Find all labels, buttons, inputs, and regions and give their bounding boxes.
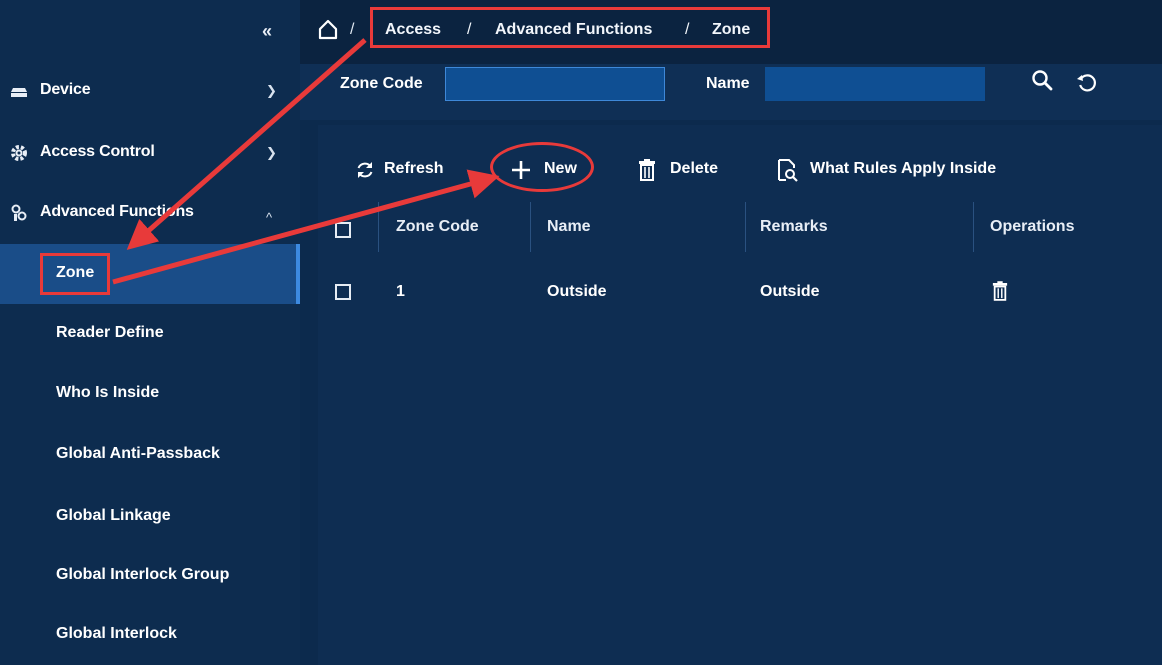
sidebar-item-advanced-functions[interactable]: Advanced Functions ^: [0, 188, 300, 240]
breadcrumb-item-access[interactable]: Access: [385, 21, 441, 39]
sidebar-item-global-interlock-group[interactable]: Global Interlock Group: [0, 546, 300, 606]
new-button[interactable]: New: [510, 158, 585, 182]
delete-button[interactable]: Delete: [638, 158, 728, 182]
column-divider: [973, 202, 974, 252]
trash-icon[interactable]: [992, 281, 1008, 301]
sidebar-item-label: Global Interlock: [56, 625, 177, 642]
collapse-sidebar-button[interactable]: «: [262, 21, 272, 42]
reset-icon[interactable]: [1075, 70, 1099, 94]
column-header-operations: Operations: [990, 218, 1075, 235]
breadcrumb-separator: /: [685, 21, 690, 38]
name-label: Name: [706, 75, 750, 92]
sidebar-item-access-control[interactable]: Access Control ❯: [0, 128, 300, 180]
active-indicator: [296, 244, 300, 304]
search-icon[interactable]: [1030, 68, 1054, 92]
sidebar-item-global-anti-passback[interactable]: Global Anti-Passback: [0, 425, 300, 485]
sidebar-item-device[interactable]: Device ❯: [0, 66, 300, 118]
zone-code-label: Zone Code: [340, 75, 423, 92]
document-search-icon: [778, 159, 798, 182]
cell-name: Outside: [547, 283, 607, 300]
column-divider: [745, 202, 746, 252]
sidebar-item-label: Reader Define: [56, 324, 164, 341]
column-header-zone-code[interactable]: Zone Code: [396, 218, 479, 236]
chevron-down-icon: ❯: [266, 145, 277, 160]
cell-zone-code: 1: [396, 283, 405, 300]
gear-icon: [11, 145, 27, 161]
breadcrumb-separator: /: [350, 21, 355, 38]
refresh-icon: [357, 162, 373, 178]
select-all-checkbox[interactable]: [335, 222, 351, 238]
breadcrumb-item-advanced-functions[interactable]: Advanced Functions: [495, 21, 652, 39]
annotation-box-zone: [40, 253, 110, 295]
sidebar-item-reader-define[interactable]: Reader Define: [0, 304, 300, 364]
breadcrumb-item-zone: Zone: [712, 21, 751, 38]
cell-remarks: Outside: [760, 283, 820, 300]
main-panel: [318, 125, 1162, 665]
sidebar-item-label: Global Anti-Passback: [56, 445, 220, 462]
new-label: New: [544, 160, 577, 177]
sidebar-item-label: Device: [40, 81, 91, 98]
plus-icon: [512, 161, 530, 179]
column-header-remarks[interactable]: Remarks: [760, 218, 828, 236]
delete-label: Delete: [670, 160, 719, 177]
device-icon: [11, 88, 27, 97]
advanced-functions-icon: [11, 204, 27, 221]
zone-code-input[interactable]: [445, 67, 665, 101]
refresh-button[interactable]: Refresh: [355, 158, 465, 182]
sidebar-item-label: Advanced Functions: [40, 203, 194, 220]
sidebar-item-global-linkage[interactable]: Global Linkage: [0, 487, 300, 547]
column-divider: [530, 202, 531, 252]
sidebar-item-who-is-inside[interactable]: Who Is Inside: [0, 364, 300, 424]
sidebar-item-label: Global Linkage: [56, 507, 171, 524]
sidebar-item-global-interlock[interactable]: Global Interlock: [0, 605, 300, 665]
sidebar-item-label: Access Control: [40, 143, 155, 160]
trash-icon: [639, 159, 655, 181]
column-divider: [378, 202, 379, 252]
column-header-name[interactable]: Name: [547, 218, 591, 236]
chevron-up-icon: ^: [266, 210, 273, 225]
sidebar-item-label: Who Is Inside: [56, 384, 160, 401]
refresh-label: Refresh: [384, 160, 444, 177]
what-rules-apply-inside-label: What Rules Apply Inside: [810, 160, 997, 177]
row-checkbox[interactable]: [335, 284, 351, 300]
sidebar-item-label: Global Interlock Group: [56, 566, 230, 583]
chevron-down-icon: ❯: [266, 83, 277, 98]
breadcrumb-separator: /: [467, 21, 472, 38]
what-rules-apply-inside-button[interactable]: What Rules Apply Inside: [775, 158, 1015, 182]
home-icon[interactable]: [317, 18, 339, 40]
name-input[interactable]: [765, 67, 985, 101]
